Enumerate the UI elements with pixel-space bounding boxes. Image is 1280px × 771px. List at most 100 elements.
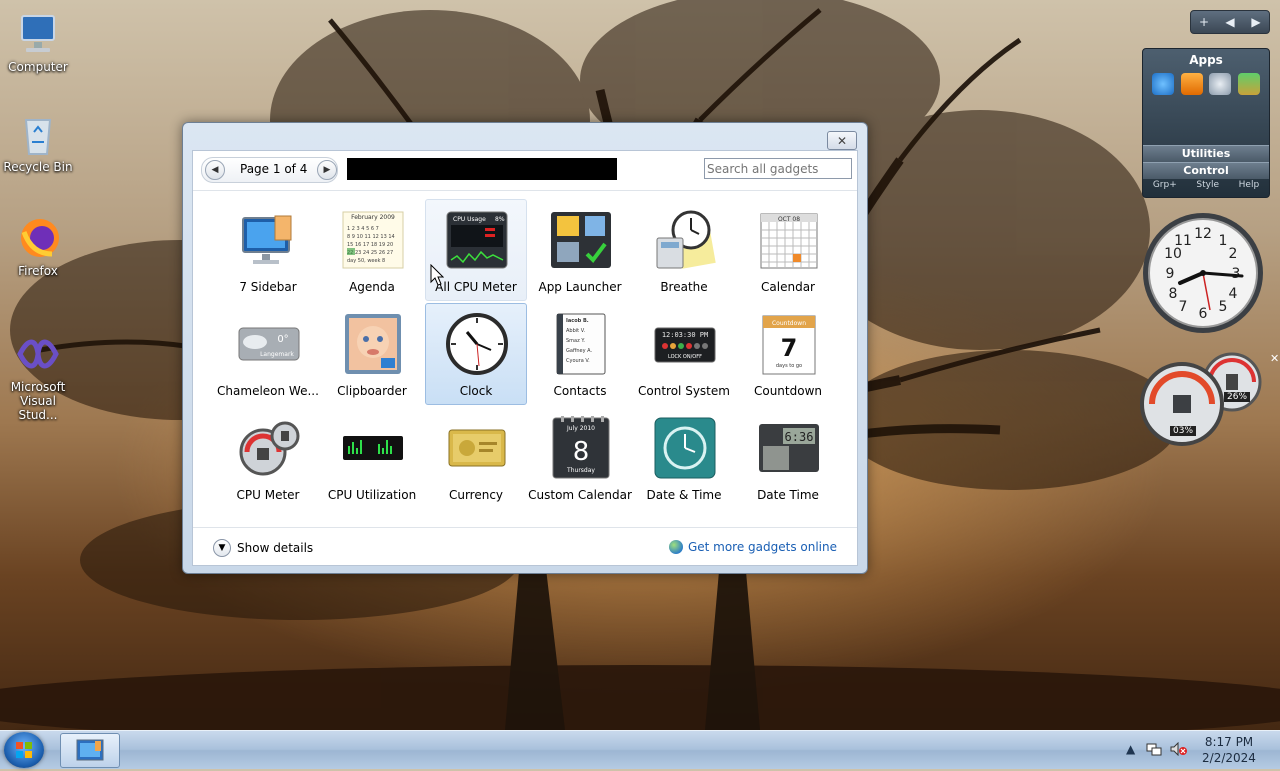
svg-text:2: 2 <box>1229 246 1238 262</box>
desktop-icon-label: Firefox <box>18 264 58 278</box>
gadget-tile[interactable]: App Launcher <box>529 199 631 301</box>
weather-temp: 0° <box>277 334 288 345</box>
trophy-icon[interactable] <box>1237 73 1260 95</box>
next-page-button[interactable]: ▶ <box>317 160 337 180</box>
gadget-label: CPU Utilization <box>327 488 417 502</box>
gadget-tile[interactable]: Countdown 7 days to go Countdown <box>737 303 839 405</box>
redacted-bar <box>347 158 617 180</box>
sidebar-close-button[interactable]: ✕ <box>1270 352 1279 365</box>
svg-text:day 50, week 8: day 50, week 8 <box>347 258 385 264</box>
sidebar-next-button[interactable]: ▶ <box>1243 11 1269 33</box>
internet-explorer-icon[interactable] <box>1152 73 1175 95</box>
apps-gadget: Apps Utilities Control Grp+ Style Help <box>1142 48 1270 198</box>
svg-text:5: 5 <box>1219 299 1228 315</box>
gadget-tile[interactable]: Currency <box>425 407 527 509</box>
custom-calendar-day-number: 8 <box>573 437 590 467</box>
clock-icon <box>445 312 509 376</box>
visual-studio-icon <box>14 330 62 378</box>
start-button[interactable] <box>4 732 44 768</box>
apps-group-button[interactable]: Grp+ <box>1153 180 1177 190</box>
computer-icon <box>14 10 62 58</box>
search-input[interactable] <box>704 158 852 179</box>
gadget-tile[interactable]: February 2009 1 2 3 4 5 6 7 8 9 10 11 12 1… <box>321 199 423 301</box>
svg-text:15 16 17 18 19 20: 15 16 17 18 19 20 <box>347 242 393 248</box>
globe-icon <box>668 540 683 554</box>
satellite-icon[interactable] <box>1209 73 1232 95</box>
svg-text:11: 11 <box>1174 233 1192 249</box>
desktop-icon-label: Recycle Bin <box>3 160 73 174</box>
gadget-tile[interactable]: Clock <box>425 303 527 405</box>
gadget-label: Date & Time <box>646 488 722 502</box>
close-button[interactable]: ✕ <box>827 131 857 150</box>
apps-style-button[interactable]: Style <box>1196 180 1219 190</box>
media-player-icon[interactable] <box>1180 73 1203 95</box>
desktop-icon-computer[interactable]: Computer <box>0 10 76 74</box>
monitor-icon <box>237 208 301 272</box>
calendar-month: OCT 08 <box>778 216 800 223</box>
add-gadget-button[interactable]: + <box>1191 11 1217 33</box>
date-time-digital-icon: 6:36 <box>757 416 821 480</box>
desktop-icon-label: Microsoft Visual Stud... <box>10 380 66 422</box>
volume-muted-icon[interactable] <box>1170 741 1188 759</box>
desktop-icon-firefox[interactable]: Firefox <box>0 214 76 278</box>
apps-help-button[interactable]: Help <box>1239 180 1260 190</box>
svg-text:4: 4 <box>1229 286 1238 302</box>
desktop-icon-recycle-bin[interactable]: Recycle Bin <box>0 110 76 174</box>
cpu-usage-icon: CPU Usage 8% <box>445 208 509 272</box>
gadget-label: 7 Sidebar <box>239 280 297 294</box>
clock-tray[interactable]: 8:17 PM 2/2/2024 <box>1193 734 1265 766</box>
network-icon[interactable] <box>1146 742 1162 759</box>
date-time-digits: 6:36 <box>785 430 814 444</box>
tray-date: 2/2/2024 <box>1202 751 1256 765</box>
cpu-meter-gadget[interactable]: 03% 26% <box>1140 352 1266 448</box>
show-details-button[interactable]: ▼ Show details <box>213 539 313 557</box>
gadget-label: Clipboarder <box>337 384 407 398</box>
gadget-tile[interactable]: CPU Utilization <box>321 407 423 509</box>
svg-text:6: 6 <box>1199 306 1208 322</box>
countdown-icon: Countdown 7 days to go <box>757 312 821 376</box>
get-more-gadgets-link[interactable]: Get more gadgets online <box>668 540 837 554</box>
sidebar-prev-button[interactable]: ◀ <box>1217 11 1243 33</box>
gadget-label: Countdown <box>753 384 822 398</box>
gadgets-app-icon <box>76 739 104 761</box>
contact-entry: Cyoura V. <box>566 358 590 364</box>
gadget-tile[interactable]: CPU Meter <box>217 407 319 509</box>
clipboarder-icon <box>341 312 405 376</box>
gadget-tile[interactable]: 6:36 Date Time <box>737 407 839 509</box>
app-launcher-icon <box>549 208 613 272</box>
cpu-usage-title: CPU Usage <box>453 216 486 223</box>
apps-mini-bar: Grp+ Style Help <box>1143 180 1269 190</box>
svg-text:1 2 3 4 5 6 7: 1 2 3 4 5 6 7 <box>347 226 379 232</box>
gadget-label: Contacts <box>553 384 607 398</box>
svg-text:8 9 10 11 12 13 14: 8 9 10 11 12 13 14 <box>347 234 395 240</box>
gadget-tile[interactable]: Date & Time <box>633 407 735 509</box>
custom-calendar-icon: July 2010 8 Thursday <box>549 416 613 480</box>
cpu-utilization-icon <box>341 416 405 480</box>
gadget-tile[interactable]: Iacob B. Abbit V. Smaz Y. Gaffney A. Cyoura … <box>529 303 631 405</box>
show-hidden-icons-button[interactable]: ▲ <box>1126 742 1135 756</box>
agenda-month: February 2009 <box>351 214 395 221</box>
svg-text:1: 1 <box>1219 233 1228 249</box>
weather-place: Langemark <box>260 351 294 358</box>
gadget-tile[interactable]: 0° Langemark Chameleon We... <box>217 303 319 405</box>
control-system-time: 12:03:30 PM <box>662 331 708 339</box>
gadget-tile[interactable]: OCT 08 Calendar <box>737 199 839 301</box>
apps-row-utilities[interactable]: Utilities <box>1143 145 1269 162</box>
gadget-tile[interactable]: 7 Sidebar <box>217 199 319 301</box>
clock-gadget[interactable]: 12 3 6 9 1245 7 8 10 11 <box>1140 210 1266 336</box>
tray-time: 8:17 PM <box>1204 735 1254 749</box>
gadget-tile[interactable]: Breathe <box>633 199 735 301</box>
gadget-tile[interactable]: 12:03:30 PM LOCK ON/OFF Control System <box>633 303 735 405</box>
svg-text:12: 12 <box>1194 226 1212 242</box>
breathe-clock-icon <box>653 208 717 272</box>
apps-row-control[interactable]: Control <box>1143 162 1269 179</box>
gadget-tile[interactable]: Clipboarder <box>321 303 423 405</box>
taskbar-gadgets-button[interactable] <box>60 733 120 768</box>
date-time-clock-icon <box>653 416 717 480</box>
prev-page-button[interactable]: ◀ <box>205 160 225 180</box>
contact-entry: Gaffney A. <box>566 348 593 354</box>
firefox-icon <box>14 214 62 262</box>
gadget-tile[interactable]: July 2010 8 Thursday Custom Calendar <box>528 407 632 509</box>
toolbar-divider <box>193 190 857 191</box>
desktop-icon-visual-studio[interactable]: Microsoft Visual Stud... <box>0 330 76 422</box>
